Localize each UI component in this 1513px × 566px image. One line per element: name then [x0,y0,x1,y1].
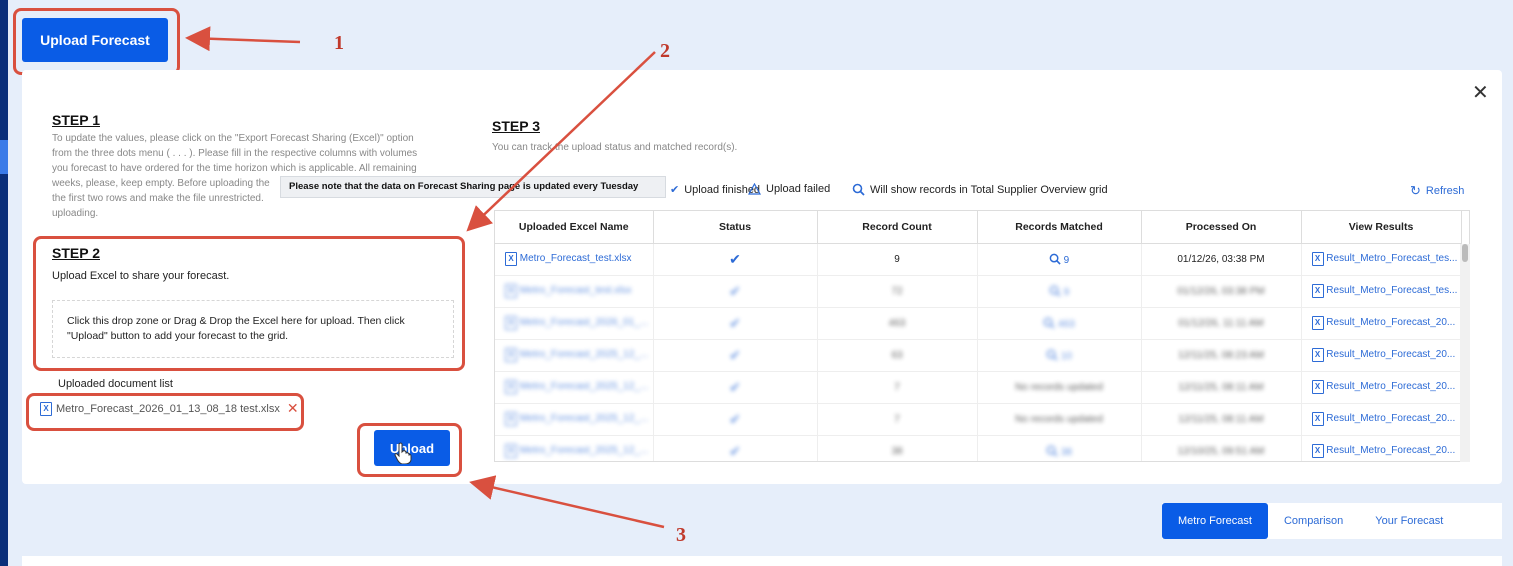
arrow-1 [185,26,301,52]
annotation-number-2: 2 [660,40,670,62]
arrow-2 [466,51,656,232]
annotation-number-3: 3 [676,524,686,546]
annotation-arrows [185,26,665,529]
annotation-number-1: 1 [334,32,344,54]
arrow-3 [469,475,665,529]
